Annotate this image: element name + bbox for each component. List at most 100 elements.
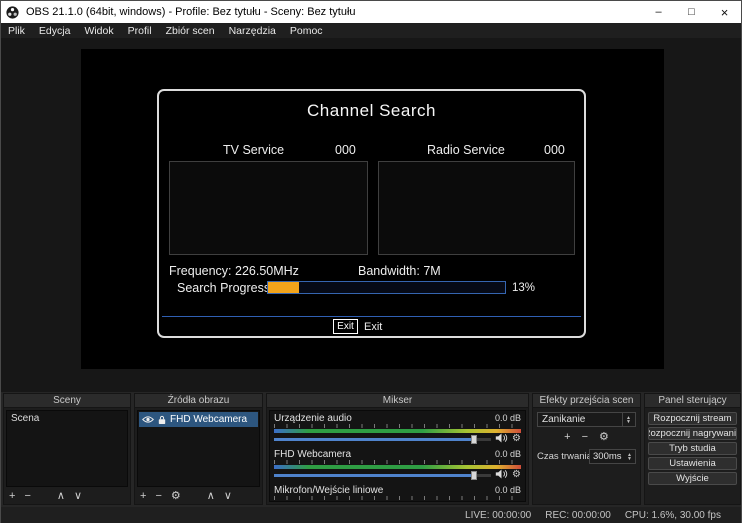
volume-meter bbox=[274, 424, 521, 433]
slider-fill bbox=[274, 474, 474, 477]
mixer-channel-name: Urządzenie audio bbox=[274, 413, 495, 424]
gear-icon[interactable]: ⚙ bbox=[512, 434, 521, 444]
transition-selected-label: Zanikanie bbox=[542, 414, 585, 425]
source-item[interactable]: FHD Webcamera bbox=[139, 412, 258, 427]
tv-service-list bbox=[169, 161, 368, 255]
volume-slider-handle[interactable] bbox=[471, 471, 477, 480]
mixer-channel-level: 0.0 dB bbox=[495, 413, 521, 423]
sources-toolbar: + − ⚙ ∧ ∨ bbox=[135, 489, 262, 504]
mixer-channel-name: Mikrofon/Wejście liniowe bbox=[274, 485, 495, 496]
search-progress-label: Search Progress: bbox=[177, 281, 274, 295]
dialog-separator bbox=[162, 316, 581, 317]
search-progress-bar bbox=[267, 281, 506, 294]
mixer-channel-level: 0.0 dB bbox=[495, 449, 521, 459]
search-progress-fill bbox=[268, 282, 299, 293]
dialog-title: Channel Search bbox=[159, 101, 584, 121]
move-source-up-icon[interactable]: ∧ bbox=[207, 491, 215, 502]
source-properties-gear-icon[interactable]: ⚙ bbox=[171, 491, 181, 502]
radio-service-list bbox=[378, 161, 575, 255]
lock-icon[interactable] bbox=[158, 415, 166, 425]
mixer-list: Urządzenie audio 0.0 dB bbox=[269, 410, 526, 502]
menu-pomoc[interactable]: Pomoc bbox=[283, 25, 330, 37]
volume-meter bbox=[274, 460, 521, 469]
remove-scene-icon[interactable]: − bbox=[24, 491, 30, 502]
transitions-toolbar: + − ⚙ bbox=[537, 432, 636, 443]
window-title: OBS 21.1.0 (64bit, windows) - Profile: B… bbox=[26, 6, 356, 18]
mixer-dock: Mikser Urządzenie audio 0.0 dB bbox=[266, 393, 529, 505]
combo-arrows[interactable]: ▲ ▼ bbox=[622, 413, 631, 426]
meter-ticks bbox=[274, 460, 521, 464]
studio-mode-button[interactable]: Tryb studia bbox=[648, 442, 737, 455]
controls-dock: Panel sterujący Rozpocznij stream Rozpoc… bbox=[644, 393, 741, 505]
menu-edycja[interactable]: Edycja bbox=[32, 25, 78, 37]
rec-time: REC: 00:00:00 bbox=[545, 510, 611, 521]
mixer-channel-name: FHD Webcamera bbox=[274, 449, 495, 460]
start-recording-button[interactable]: Rozpocznij nagrywanie bbox=[648, 427, 737, 440]
menu-profil[interactable]: Profil bbox=[121, 25, 159, 37]
meter-bar bbox=[274, 501, 521, 502]
radio-service-label: Radio Service bbox=[427, 143, 505, 157]
transitions-dock-header[interactable]: Efekty przejścia scen bbox=[532, 393, 641, 408]
transition-select[interactable]: Zanikanie ▲ ▼ bbox=[537, 412, 636, 427]
remove-transition-icon[interactable]: − bbox=[582, 432, 588, 443]
cpu-fps: CPU: 1.6%, 30.00 fps bbox=[625, 510, 721, 521]
start-streaming-button[interactable]: Rozpocznij stream bbox=[648, 412, 737, 425]
add-source-icon[interactable]: + bbox=[140, 491, 146, 502]
menu-zbior-scen[interactable]: Zbiór scen bbox=[159, 25, 222, 37]
exit-label: Exit bbox=[364, 321, 382, 333]
move-scene-up-icon[interactable]: ∧ bbox=[57, 491, 65, 502]
maximize-button[interactable]: □ bbox=[675, 1, 708, 23]
settings-button[interactable]: Ustawienia bbox=[648, 457, 737, 470]
add-transition-icon[interactable]: + bbox=[564, 432, 570, 443]
duration-spinbox[interactable]: 300ms ▲ ▼ bbox=[589, 449, 636, 464]
move-scene-down-icon[interactable]: ∨ bbox=[74, 491, 82, 502]
remove-source-icon[interactable]: − bbox=[155, 491, 161, 502]
frequency-label: Frequency: 226.50MHz bbox=[169, 264, 299, 278]
controls-dock-header[interactable]: Panel sterujący bbox=[644, 393, 741, 408]
volume-slider[interactable] bbox=[274, 470, 491, 481]
menu-widok[interactable]: Widok bbox=[77, 25, 120, 37]
close-button[interactable]: × bbox=[708, 1, 741, 23]
scenes-dock: Sceny Scena + − ∧ ∨ bbox=[3, 393, 131, 505]
bandwidth-label: Bandwidth: 7M bbox=[358, 264, 441, 278]
mixer-dock-header[interactable]: Mikser bbox=[266, 393, 529, 408]
menu-plik[interactable]: Plik bbox=[1, 25, 32, 37]
speaker-icon[interactable] bbox=[495, 466, 508, 484]
volume-slider[interactable] bbox=[274, 434, 491, 445]
mixer-channel-webcam: FHD Webcamera 0.0 dB bbox=[274, 448, 521, 481]
video-canvas[interactable]: Channel Search TV Service 000 Radio Serv… bbox=[81, 49, 664, 369]
scene-item[interactable]: Scena bbox=[7, 411, 127, 426]
sources-dock: Źródła obrazu bbox=[134, 393, 263, 505]
volume-slider-handle[interactable] bbox=[471, 435, 477, 444]
exit-app-button[interactable]: Wyjście bbox=[648, 472, 737, 485]
move-source-down-icon[interactable]: ∨ bbox=[224, 491, 232, 502]
transitions-dock: Efekty przejścia scen Zanikanie ▲ ▼ + − … bbox=[532, 393, 641, 505]
meter-ticks bbox=[274, 424, 521, 428]
add-scene-icon[interactable]: + bbox=[9, 491, 15, 502]
scenes-dock-header[interactable]: Sceny bbox=[3, 393, 131, 408]
menu-narzedzia[interactable]: Narzędzia bbox=[222, 25, 283, 37]
sources-dock-header[interactable]: Źródła obrazu bbox=[134, 393, 263, 408]
mixer-channel-microphone: Mikrofon/Wejście liniowe 0.0 dB bbox=[274, 484, 521, 502]
speaker-icon[interactable] bbox=[495, 430, 508, 448]
arrow-down-icon: ▼ bbox=[627, 457, 632, 461]
channel-search-dialog: Channel Search TV Service 000 Radio Serv… bbox=[157, 89, 586, 338]
gear-icon[interactable]: ⚙ bbox=[512, 470, 521, 480]
transition-properties-gear-icon[interactable]: ⚙ bbox=[599, 432, 609, 443]
duration-label: Czas trwania bbox=[537, 451, 589, 462]
sources-list: FHD Webcamera bbox=[137, 410, 260, 487]
minimize-button[interactable]: – bbox=[642, 1, 675, 23]
spin-arrows[interactable]: ▲ ▼ bbox=[627, 453, 632, 461]
obs-logo-icon bbox=[6, 5, 20, 19]
live-time: LIVE: 00:00:00 bbox=[465, 510, 531, 521]
meter-ticks bbox=[274, 496, 521, 500]
visibility-eye-icon[interactable] bbox=[142, 415, 154, 424]
menu-bar: Plik Edycja Widok Profil Zbiór scen Narz… bbox=[1, 23, 741, 38]
scenes-list: Scena bbox=[6, 410, 128, 487]
mixer-channel-level: 0.0 dB bbox=[495, 485, 521, 495]
volume-meter bbox=[274, 496, 521, 502]
status-bar: LIVE: 00:00:00 REC: 00:00:00 CPU: 1.6%, … bbox=[1, 507, 741, 523]
tv-service-label: TV Service bbox=[223, 143, 284, 157]
tv-service-count: 000 bbox=[335, 143, 356, 157]
slider-fill bbox=[274, 438, 474, 441]
